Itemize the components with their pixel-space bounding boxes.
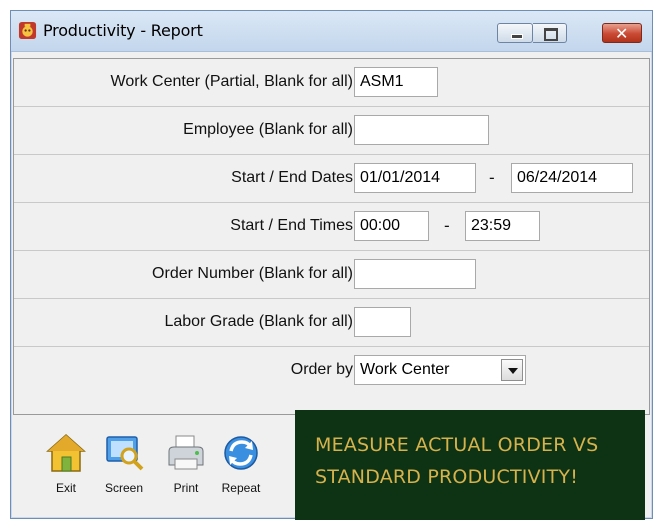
order-number-input[interactable] xyxy=(354,259,476,289)
row-times: Start / End Times 00:00 - 23:59 xyxy=(14,203,649,251)
print-button[interactable]: Print xyxy=(160,431,212,511)
screen-magnifier-icon xyxy=(106,436,144,471)
work-center-input[interactable]: ASM1 xyxy=(354,67,438,97)
order-by-label: Order by xyxy=(290,361,353,378)
labor-grade-input[interactable] xyxy=(354,307,411,337)
banner-line-2: STANDARD PRODUCTIVITY! xyxy=(315,466,579,488)
date-separator: - xyxy=(489,168,495,187)
exit-label: Exit xyxy=(55,481,76,495)
repeat-button[interactable]: Repeat xyxy=(215,431,267,511)
close-icon: ✕ xyxy=(615,24,629,43)
row-order-number: Order Number (Blank for all) xyxy=(14,251,649,299)
order-number-label: Order Number (Blank for all) xyxy=(152,265,353,282)
row-labor-grade: Labor Grade (Blank for all) xyxy=(14,299,649,347)
row-order-by: Order by Work Center xyxy=(14,347,649,395)
dates-label: Start / End Dates xyxy=(231,169,353,186)
screen-button[interactable]: Screen xyxy=(98,431,150,511)
print-label: Print xyxy=(173,481,199,495)
repeat-arrows-icon xyxy=(224,436,258,470)
employee-label: Employee (Blank for all) xyxy=(183,121,353,138)
start-time-input[interactable]: 00:00 xyxy=(354,211,429,241)
labor-grade-label: Labor Grade (Blank for all) xyxy=(164,313,353,330)
chevron-down-icon[interactable] xyxy=(501,359,523,381)
end-date-input[interactable]: 06/24/2014 xyxy=(511,163,633,193)
row-employee: Employee (Blank for all) xyxy=(14,107,649,155)
end-time-input[interactable]: 23:59 xyxy=(465,211,540,241)
times-label: Start / End Times xyxy=(230,217,353,234)
window-title: Productivity - Report xyxy=(43,21,203,40)
work-center-label: Work Center (Partial, Blank for all) xyxy=(110,73,353,90)
exit-button[interactable]: Exit xyxy=(40,431,92,511)
row-dates: Start / End Dates 01/01/2014 - 06/24/201… xyxy=(14,155,649,203)
time-separator: - xyxy=(444,216,450,235)
screen-label: Screen xyxy=(104,481,144,495)
promo-banner: MEASURE ACTUAL ORDER VS STANDARD PRODUCT… xyxy=(295,410,645,520)
row-work-center: Work Center (Partial, Blank for all) ASM… xyxy=(14,59,649,107)
start-date-input[interactable]: 01/01/2014 xyxy=(354,163,476,193)
minimize-button[interactable] xyxy=(497,23,533,43)
title-bar[interactable]: Productivity - Report ✕ xyxy=(11,11,652,52)
maximize-icon xyxy=(544,28,558,41)
maximize-button[interactable] xyxy=(533,23,567,43)
report-app-icon xyxy=(18,21,37,40)
order-by-select[interactable]: Work Center xyxy=(354,355,526,385)
order-by-value: Work Center xyxy=(360,361,450,378)
employee-input[interactable] xyxy=(354,115,489,145)
banner-line-1: MEASURE ACTUAL ORDER VS xyxy=(315,434,599,456)
close-button[interactable]: ✕ xyxy=(602,23,642,43)
house-icon xyxy=(46,433,86,472)
minimize-icon xyxy=(511,34,523,39)
printer-icon xyxy=(168,435,204,470)
repeat-label: Repeat xyxy=(221,481,261,495)
report-criteria-form: Work Center (Partial, Blank for all) ASM… xyxy=(13,58,650,415)
